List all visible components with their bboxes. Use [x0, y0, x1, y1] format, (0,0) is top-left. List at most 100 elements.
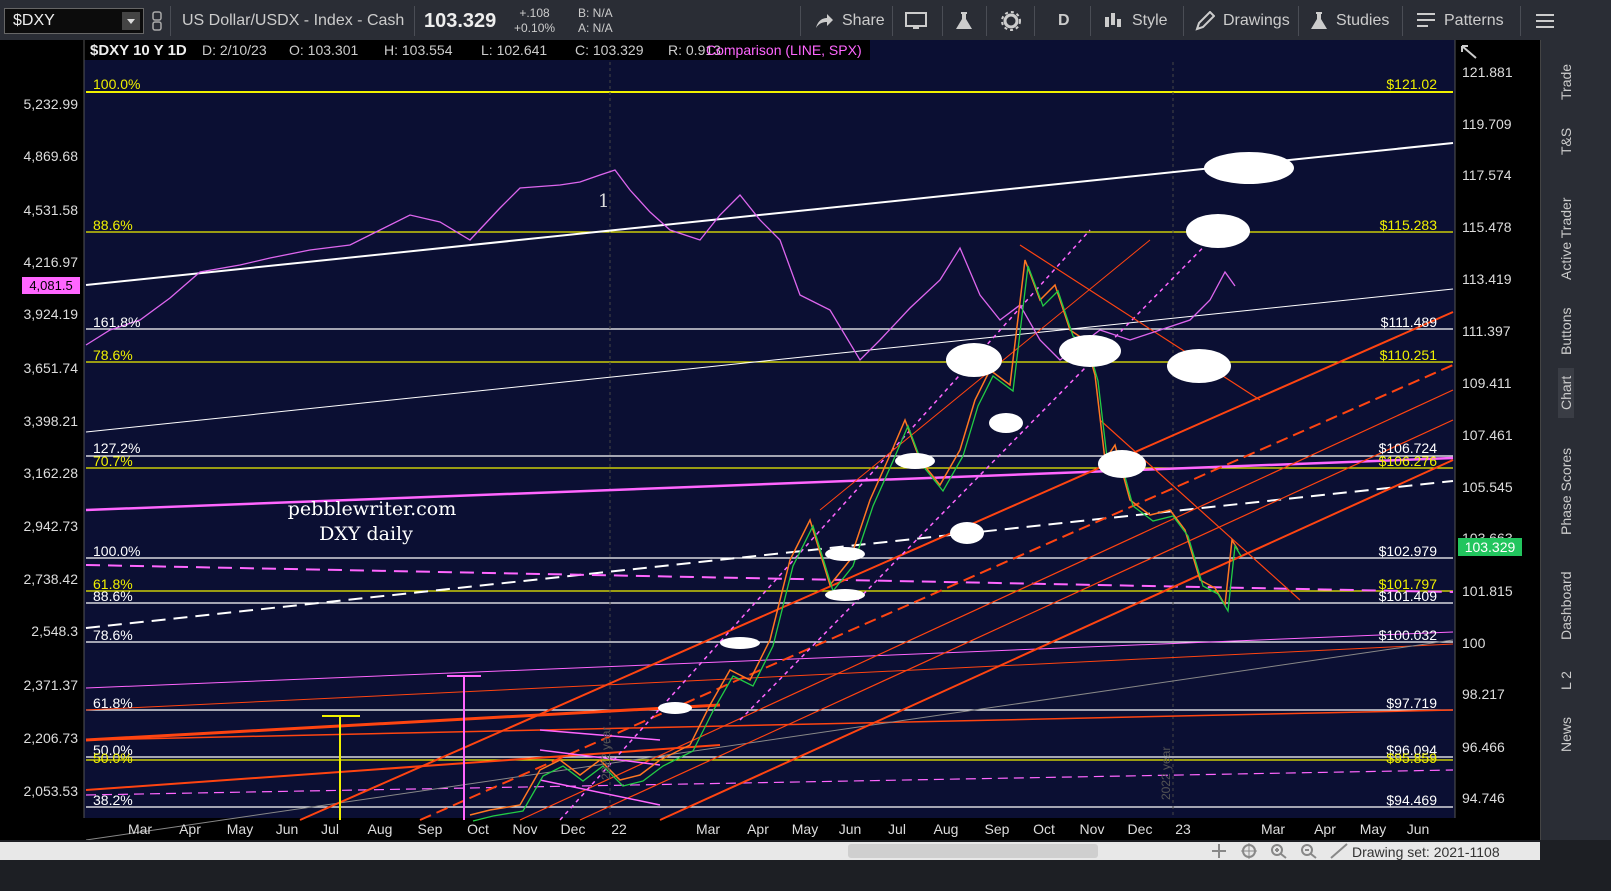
right-axis-tick: 119.709	[1462, 116, 1512, 132]
studies-button[interactable]: Studies	[1310, 0, 1389, 42]
header-open: O: 103.301	[289, 42, 358, 58]
symbol-description: US Dollar/USDX - Index - Cash	[182, 12, 405, 29]
patterns-label: Patterns	[1444, 12, 1504, 29]
left-axis-tick: 3,398.21	[24, 413, 79, 429]
time-axis-tick: Jun	[1407, 821, 1430, 837]
share-icon	[816, 14, 833, 28]
price-chart[interactable]: $DXY 10 Y 1D D: 2/10/23 O: 103.301 H: 10…	[0, 40, 1540, 840]
time-axis-tick: Aug	[368, 821, 393, 837]
left-axis-tick: 3,651.74	[24, 360, 79, 376]
scrollbar-thumb[interactable]	[848, 844, 1098, 858]
drawings-label: Drawings	[1223, 12, 1290, 29]
menu-button[interactable]	[1535, 0, 1555, 42]
right-tab-news[interactable]: News	[1558, 717, 1574, 752]
right-tab-active-trader[interactable]: Active Trader	[1558, 198, 1574, 280]
drawing-set-label[interactable]: Drawing set: 2021-1108	[1352, 844, 1500, 860]
right-tab-trade[interactable]: Trade	[1558, 64, 1574, 100]
right-tab-buttons[interactable]: Buttons	[1558, 308, 1574, 355]
fib-left-label: 38.2%	[93, 792, 133, 808]
trend-line	[299, 311, 1454, 821]
watermark-line-1: pebblewriter.com	[288, 498, 457, 520]
header-date: D: 2/10/23	[202, 42, 267, 58]
chart-settings-button[interactable]	[905, 0, 927, 42]
annotation-ellipse	[1098, 450, 1146, 478]
style-button[interactable]: Style	[1102, 0, 1168, 42]
symbol-value: $DXY	[13, 12, 55, 29]
right-tab-phase-scores[interactable]: Phase Scores	[1558, 448, 1574, 535]
studies-label: Studies	[1336, 12, 1390, 29]
right-axis-tick: 117.574	[1462, 167, 1512, 183]
fib-left-label: 70.7%	[93, 453, 133, 469]
fib-left-label: 100.0%	[93, 76, 140, 92]
right-axis-tick: 105.545	[1462, 479, 1513, 495]
left-axis-tick: 4,869.68	[24, 148, 79, 164]
fib-left-label: 88.6%	[93, 217, 133, 233]
watermark-line-2: DXY daily	[319, 523, 413, 545]
period-selector[interactable]: D	[1058, 0, 1070, 42]
right-axis-tick: 100	[1462, 635, 1486, 651]
chevron-down-icon	[127, 19, 135, 24]
trend-line	[85, 769, 1454, 796]
time-axis-tick: Nov	[1080, 821, 1105, 837]
right-tab-l-2[interactable]: L 2	[1558, 671, 1574, 690]
trend-line	[85, 709, 1454, 741]
list-menu-icon	[1536, 14, 1554, 28]
zoom-in-icon[interactable]	[1270, 843, 1288, 859]
right-tab-dashboard[interactable]: Dashboard	[1558, 572, 1574, 641]
fib-right-label: $95.859	[1386, 750, 1437, 766]
time-axis-tick: Sep	[418, 821, 443, 837]
drawings-button[interactable]: Drawings	[1195, 0, 1290, 42]
link-icon[interactable]	[150, 0, 166, 42]
right-axis-tick: 121.881	[1462, 64, 1513, 80]
fib-right-label: $101.409	[1379, 588, 1438, 604]
right-axis-tick: 113.419	[1462, 271, 1512, 287]
header-close: C: 103.329	[575, 42, 644, 58]
chart-area[interactable]: $DXY 10 Y 1D D: 2/10/23 O: 103.301 H: 10…	[0, 40, 1540, 840]
trend-line	[85, 288, 1454, 433]
left-axis-tick: 5,232.99	[24, 96, 79, 112]
crosshair-icon[interactable]	[1240, 843, 1258, 859]
left-axis-tick: 3,162.28	[24, 465, 79, 481]
time-axis-tick: Mar	[696, 821, 720, 837]
annotation-ellipse	[720, 637, 760, 649]
wave-label-1: 1	[598, 191, 609, 212]
header-comparison: Comparison (LINE, SPX)	[706, 42, 862, 58]
right-tab-t-s[interactable]: T&S	[1558, 128, 1574, 155]
zoom-fit-icon[interactable]	[1330, 843, 1348, 859]
time-axis-tick: Nov	[513, 821, 538, 837]
time-axis-tick: Mar	[1261, 821, 1285, 837]
fib-right-label: $94.469	[1386, 792, 1437, 808]
pan-icon[interactable]	[1210, 843, 1228, 859]
left-axis-tick: 2,053.53	[24, 783, 79, 799]
share-label: Share	[842, 12, 885, 29]
fib-left-label: 61.8%	[93, 695, 133, 711]
annotation-ellipse	[895, 453, 935, 469]
flask-icon	[956, 12, 972, 29]
right-price-badge: 103.329	[1465, 539, 1516, 555]
percent-change: +0.10%	[514, 21, 556, 35]
time-axis-tick: Jun	[276, 821, 299, 837]
time-axis-tick: Apr	[179, 821, 201, 837]
time-axis-tick: Apr	[1314, 821, 1336, 837]
patterns-button[interactable]: Patterns	[1416, 0, 1504, 42]
flask-button[interactable]	[954, 0, 974, 42]
zoom-controls	[1210, 843, 1348, 859]
trend-line	[85, 639, 1454, 840]
time-axis-tick: Jun	[839, 821, 862, 837]
annotation-ellipse	[1204, 152, 1294, 184]
trend-line	[659, 459, 1454, 821]
zoom-out-icon[interactable]	[1300, 843, 1318, 859]
share-button[interactable]: Share	[814, 0, 885, 42]
spx-comparison-line	[85, 169, 1236, 362]
right-tab-chart[interactable]: Chart	[1558, 367, 1574, 418]
net-change: +.108	[519, 6, 550, 20]
fib-left-label: 161.8%	[93, 314, 140, 330]
annotation-ellipse	[658, 702, 692, 714]
symbol-input[interactable]: $DXY	[4, 8, 144, 34]
left-axis-tick: 2,371.37	[24, 677, 79, 693]
time-axis-tick: Dec	[561, 821, 586, 837]
symbol-dropdown-button[interactable]	[122, 12, 140, 30]
right-axis-tick: 109.411	[1462, 375, 1512, 391]
year-label-2022-a: 2022 year	[599, 727, 613, 780]
settings-button[interactable]	[1000, 0, 1022, 42]
